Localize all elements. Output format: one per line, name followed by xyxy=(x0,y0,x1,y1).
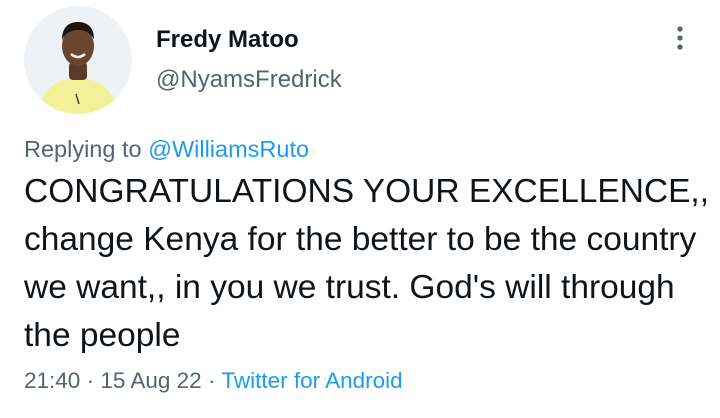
meta-separator: · xyxy=(207,368,216,393)
avatar-photo-icon xyxy=(24,6,132,114)
more-vertical-icon xyxy=(677,26,683,50)
author-handle[interactable]: @NyamsFredrick xyxy=(156,66,342,94)
tweet-meta: 21:40 · 15 Aug 22 · Twitter for Android xyxy=(24,368,403,394)
tweet-time[interactable]: 21:40 xyxy=(24,368,80,393)
replying-to-label: Replying to xyxy=(24,136,142,162)
tweet-date[interactable]: 15 Aug 22 xyxy=(100,368,201,393)
replying-to: Replying to @WilliamsRuto xyxy=(24,136,309,163)
reply-mention-link[interactable]: @WilliamsRuto xyxy=(148,136,309,162)
tweet-source-link[interactable]: Twitter for Android xyxy=(221,368,402,393)
author-display-name[interactable]: Fredy Matoo xyxy=(156,26,299,54)
tweet-text: CONGRATULATIONS YOUR EXCELLENCE,, change… xyxy=(24,173,710,354)
meta-separator: · xyxy=(86,368,95,393)
author-avatar[interactable] xyxy=(24,6,132,114)
more-options-button[interactable] xyxy=(664,20,696,60)
